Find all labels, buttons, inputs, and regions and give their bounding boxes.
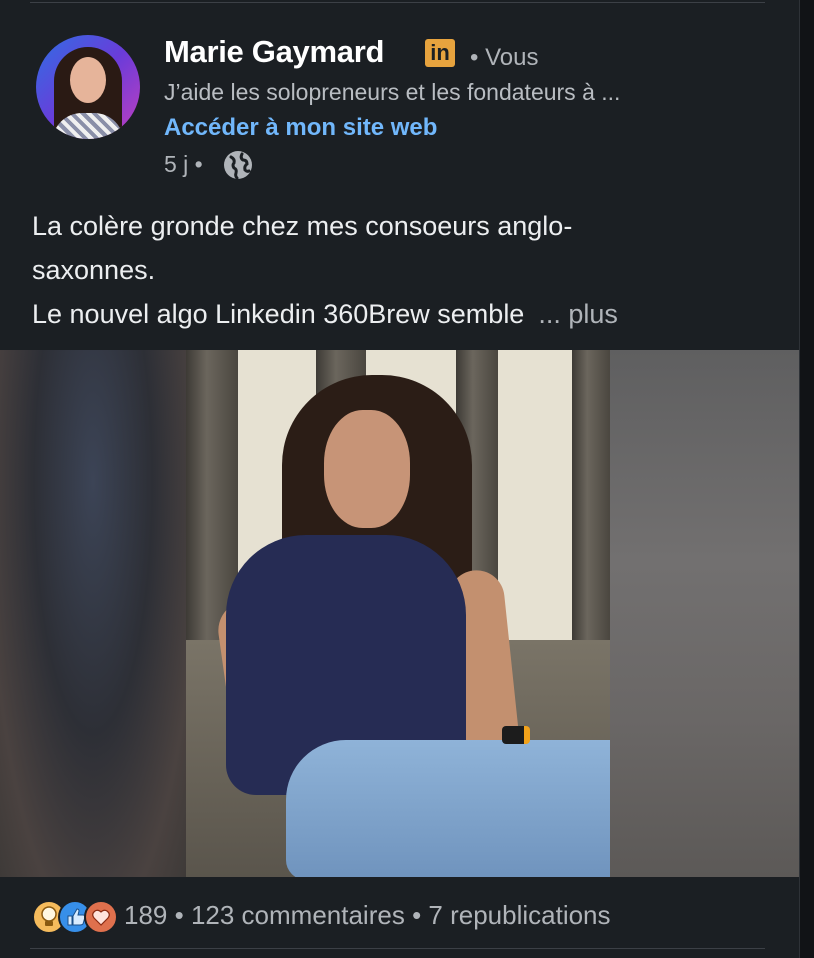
post-image[interactable] (0, 350, 799, 877)
separator: • (404, 899, 429, 930)
connection-degree: • Vous (470, 44, 539, 71)
image-blur-fill (0, 350, 186, 877)
post-time: 5 j • (164, 151, 203, 177)
linkedin-badge-icon: in (425, 39, 455, 67)
website-link[interactable]: Accéder à mon site web (164, 114, 437, 142)
divider (30, 948, 765, 949)
comments-count[interactable]: 123 commentaires (191, 900, 405, 930)
post-text-line-content: Le nouvel algo Linkedin 360Brew semble (32, 299, 525, 329)
reaction-icons[interactable] (32, 897, 120, 934)
love-icon (84, 900, 118, 934)
counts-text: 189 • 123 commentaires • 7 republication… (124, 900, 611, 931)
post-text-line: saxonnes. (32, 255, 156, 285)
author-avatar[interactable] (36, 35, 140, 139)
divider (30, 2, 765, 3)
reactions-count[interactable]: 189 (124, 900, 167, 930)
image-blur-fill (610, 350, 799, 877)
photo (186, 350, 610, 877)
feed-post: Marie Gaymard in • Vous J’aide les solop… (0, 0, 799, 958)
author-headline: J’aide les solopreneurs et les fondateur… (164, 79, 621, 105)
globe-icon (224, 151, 252, 180)
separator: • (167, 899, 191, 930)
social-counts: 189 • 123 commentaires • 7 republication… (32, 895, 611, 935)
post-text-line: La colère gronde chez mes consoeurs angl… (32, 211, 573, 241)
post-text-line: Le nouvel algo Linkedin 360Brew semble..… (32, 292, 772, 336)
see-more-link[interactable]: ... plus (538, 299, 618, 329)
scrollbar-track[interactable] (799, 0, 814, 958)
reposts-count[interactable]: 7 republications (428, 900, 610, 930)
post-text: La colère gronde chez mes consoeurs angl… (32, 204, 772, 336)
author-name[interactable]: Marie Gaymard (164, 34, 384, 70)
